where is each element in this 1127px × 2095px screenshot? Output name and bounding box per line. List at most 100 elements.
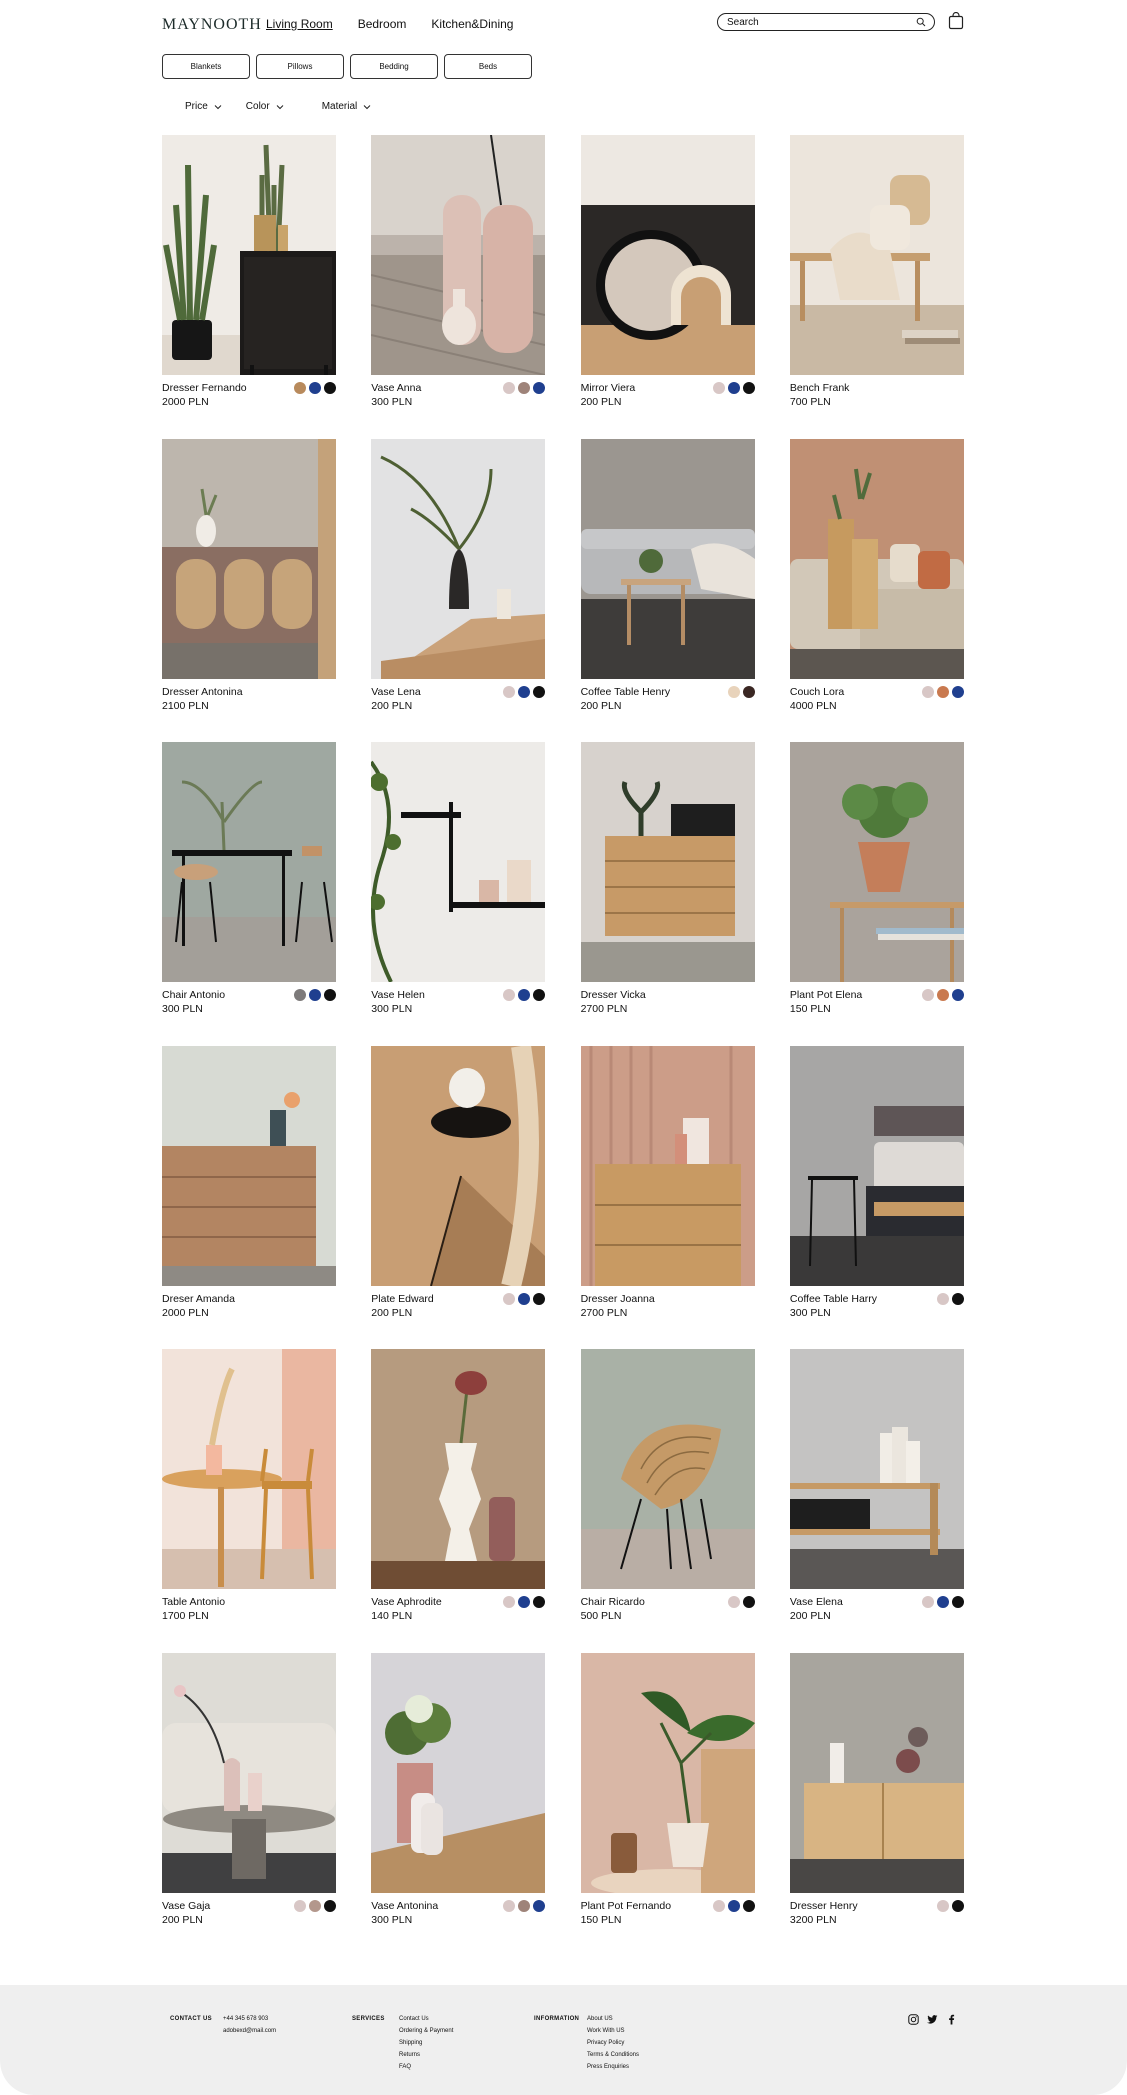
nav-item-kitchen-dining[interactable]: Kitchen&Dining bbox=[431, 17, 513, 31]
color-swatch[interactable] bbox=[294, 1899, 306, 1912]
footer-link[interactable]: Contact Us bbox=[399, 2013, 453, 2025]
product-image[interactable] bbox=[371, 1652, 546, 1893]
product-name[interactable]: Dresser Joanna bbox=[581, 1293, 655, 1305]
color-swatch[interactable] bbox=[518, 1899, 531, 1912]
color-swatch[interactable] bbox=[503, 1596, 516, 1609]
product-card[interactable]: Dresser Henry 3200 PLN bbox=[789, 1652, 964, 1957]
color-swatch[interactable] bbox=[294, 382, 306, 394]
product-name[interactable]: Vase Lena bbox=[371, 686, 420, 698]
product-image[interactable] bbox=[371, 135, 546, 375]
color-swatch[interactable] bbox=[727, 685, 740, 698]
footer-link[interactable]: FAQ bbox=[399, 2061, 453, 2073]
color-swatch[interactable] bbox=[309, 1899, 321, 1912]
color-swatch[interactable] bbox=[533, 989, 546, 1002]
product-card[interactable]: Vase Elena 200 PLN bbox=[789, 1349, 964, 1653]
product-image[interactable] bbox=[371, 742, 546, 983]
color-swatch[interactable] bbox=[503, 1292, 516, 1305]
product-name[interactable]: Vase Anna bbox=[371, 382, 421, 394]
product-name[interactable]: Table Antonio bbox=[162, 1596, 225, 1608]
product-card[interactable]: Vase Antonina 300 PLN bbox=[371, 1652, 546, 1957]
product-name[interactable]: Plant Pot Fernando bbox=[581, 1900, 671, 1912]
footer-link[interactable]: Work With US bbox=[587, 2025, 639, 2037]
color-swatch[interactable] bbox=[727, 1596, 740, 1609]
filter-price[interactable]: Price bbox=[185, 101, 222, 112]
footer-phone[interactable]: +44 345 678 903 bbox=[223, 2013, 276, 2025]
product-card[interactable]: Table Antonio 1700 PLN bbox=[162, 1349, 336, 1653]
product-name[interactable]: Vase Antonina bbox=[371, 1900, 438, 1912]
product-name[interactable]: Plant Pot Elena bbox=[790, 989, 862, 1001]
color-swatch[interactable] bbox=[951, 1292, 964, 1305]
nav-item-bedroom[interactable]: Bedroom bbox=[358, 17, 407, 31]
product-image[interactable] bbox=[580, 135, 755, 375]
color-swatch[interactable] bbox=[294, 989, 306, 1002]
product-image[interactable] bbox=[162, 1349, 336, 1590]
product-name[interactable]: Vase Elena bbox=[790, 1596, 843, 1608]
product-card[interactable]: Vase Anna 300 PLN bbox=[371, 135, 546, 439]
product-card[interactable]: Dresser Fernando 2000 PLN bbox=[162, 135, 336, 439]
product-card[interactable]: Vase Lena 200 PLN bbox=[371, 438, 546, 743]
product-card[interactable]: Coffee Table Henry 200 PLN bbox=[580, 438, 755, 743]
twitter-icon[interactable] bbox=[927, 2014, 938, 2025]
search-icon[interactable] bbox=[916, 17, 926, 27]
product-card[interactable]: Chair Antonio 300 PLN bbox=[162, 742, 336, 1046]
color-swatch[interactable] bbox=[518, 382, 531, 394]
product-image[interactable] bbox=[580, 1652, 755, 1893]
color-swatch[interactable] bbox=[712, 1899, 725, 1912]
color-swatch[interactable] bbox=[936, 989, 949, 1002]
product-image[interactable] bbox=[789, 742, 964, 983]
color-swatch[interactable] bbox=[951, 685, 964, 698]
color-swatch[interactable] bbox=[742, 382, 755, 394]
product-name[interactable]: Vase Gaja bbox=[162, 1900, 210, 1912]
footer-link[interactable]: Terms & Conditions bbox=[587, 2049, 639, 2061]
product-card[interactable]: Plate Edward 200 PLN bbox=[371, 1045, 546, 1350]
product-name[interactable]: Chair Antonio bbox=[162, 989, 225, 1001]
product-image[interactable] bbox=[789, 1045, 964, 1286]
category-button-pillows[interactable]: Pillows bbox=[256, 54, 344, 79]
color-swatch[interactable] bbox=[309, 989, 321, 1002]
product-name[interactable]: Dreser Amanda bbox=[162, 1293, 235, 1305]
color-swatch[interactable] bbox=[951, 1899, 964, 1912]
color-swatch[interactable] bbox=[533, 1292, 546, 1305]
product-card[interactable]: Chair Ricardo 500 PLN bbox=[580, 1349, 755, 1653]
product-card[interactable]: Dreser Amanda 2000 PLN bbox=[162, 1045, 336, 1350]
color-swatch[interactable] bbox=[324, 1899, 336, 1912]
product-image[interactable] bbox=[162, 1045, 336, 1286]
product-name[interactable]: Mirror Viera bbox=[581, 382, 636, 394]
color-swatch[interactable] bbox=[921, 989, 934, 1002]
color-swatch[interactable] bbox=[936, 685, 949, 698]
category-button-beds[interactable]: Beds bbox=[444, 54, 532, 79]
color-swatch[interactable] bbox=[533, 382, 546, 394]
product-image[interactable] bbox=[162, 1652, 336, 1893]
product-image[interactable] bbox=[162, 742, 336, 983]
product-name[interactable]: Plate Edward bbox=[371, 1293, 433, 1305]
color-swatch[interactable] bbox=[309, 382, 321, 394]
product-image[interactable] bbox=[580, 438, 755, 679]
color-swatch[interactable] bbox=[742, 1899, 755, 1912]
filter-color[interactable]: Color bbox=[246, 101, 284, 112]
color-swatch[interactable] bbox=[533, 685, 546, 698]
product-image[interactable] bbox=[371, 438, 546, 679]
footer-link[interactable]: About US bbox=[587, 2013, 639, 2025]
product-card[interactable]: Couch Lora 4000 PLN bbox=[789, 438, 964, 743]
footer-link[interactable]: Shipping bbox=[399, 2037, 453, 2049]
logo[interactable]: MAYNOOTH bbox=[162, 16, 262, 34]
color-swatch[interactable] bbox=[324, 382, 336, 394]
product-image[interactable] bbox=[789, 1349, 964, 1590]
color-swatch[interactable] bbox=[921, 1596, 934, 1609]
product-image[interactable] bbox=[789, 135, 964, 375]
color-swatch[interactable] bbox=[936, 1899, 949, 1912]
product-name[interactable]: Dresser Vicka bbox=[581, 989, 646, 1001]
product-image[interactable] bbox=[789, 1652, 964, 1893]
search-input[interactable] bbox=[727, 15, 907, 29]
color-swatch[interactable] bbox=[951, 1596, 964, 1609]
color-swatch[interactable] bbox=[503, 685, 516, 698]
product-card[interactable]: Dresser Joanna 2700 PLN bbox=[580, 1045, 755, 1350]
product-image[interactable] bbox=[580, 742, 755, 983]
color-swatch[interactable] bbox=[518, 1292, 531, 1305]
color-swatch[interactable] bbox=[503, 989, 516, 1002]
footer-link[interactable]: Returns bbox=[399, 2049, 453, 2061]
color-swatch[interactable] bbox=[727, 1899, 740, 1912]
product-card[interactable]: Vase Gaja 200 PLN bbox=[162, 1652, 336, 1957]
footer-email[interactable]: adobexd@mail.com bbox=[223, 2025, 276, 2037]
product-name[interactable]: Coffee Table Henry bbox=[581, 686, 671, 698]
